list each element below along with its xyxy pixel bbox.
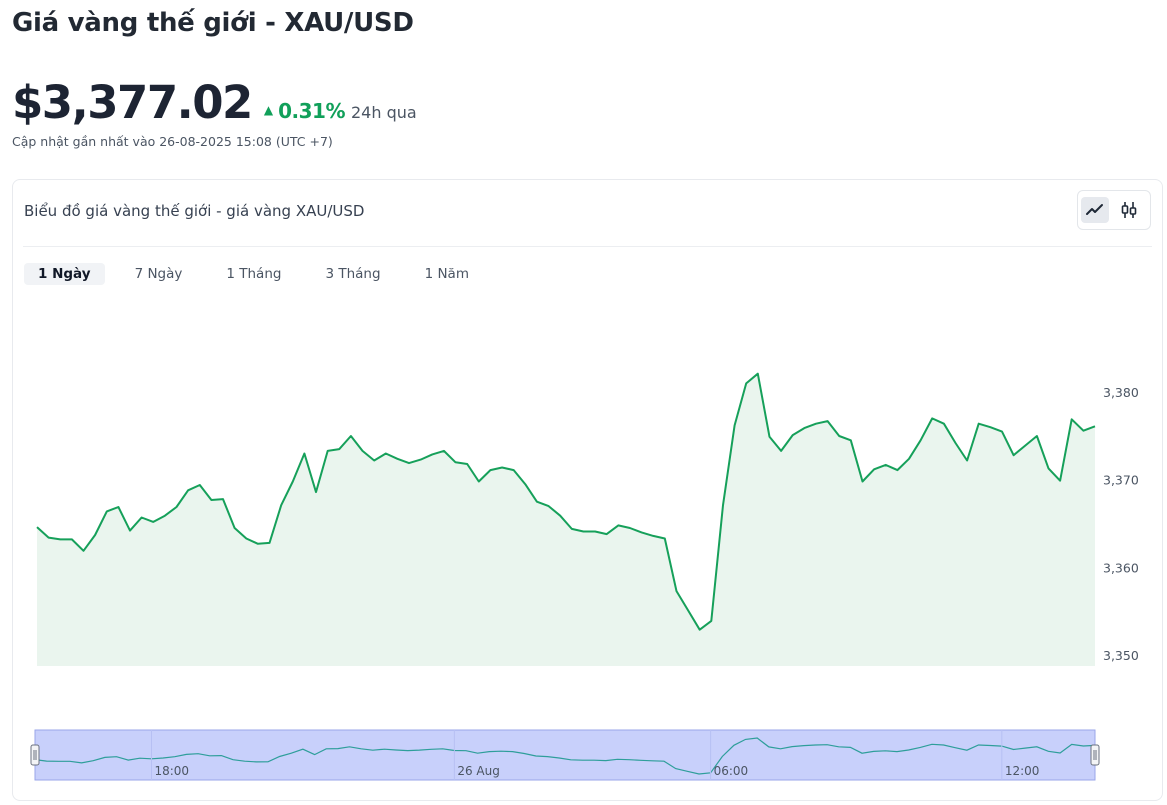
navigator-label: 12:00 xyxy=(1005,764,1040,778)
current-price: $3,377.02 xyxy=(12,76,253,129)
change-percent: 0.31% xyxy=(278,99,345,123)
navigator-label: 06:00 xyxy=(714,764,749,778)
y-tick-label: 3,380 xyxy=(1103,385,1139,400)
change-period: 24h qua xyxy=(351,103,417,122)
price-chart[interactable]: 3,350 3,360 3,370 3,380 18:00 26 Aug 06:00 12:0… xyxy=(13,180,1164,802)
last-updated: Cập nhật gần nhất vào 26-08-2025 15:08 (… xyxy=(12,134,333,149)
navigator-label: 26 Aug xyxy=(457,764,500,778)
page-title: Giá vàng thế giới - XAU/USD xyxy=(12,8,414,38)
navigator-window[interactable] xyxy=(34,729,1096,781)
up-arrow-icon: ▲ xyxy=(263,103,274,117)
chart-card: Biểu đồ giá vàng thế giới - giá vàng XAU… xyxy=(12,179,1163,801)
navigator-left-handle[interactable] xyxy=(30,744,40,766)
y-tick-label: 3,350 xyxy=(1103,648,1139,663)
navigator-label: 18:00 xyxy=(154,764,189,778)
navigator-right-handle[interactable] xyxy=(1090,744,1100,766)
y-tick-label: 3,370 xyxy=(1103,473,1139,488)
price-row: $3,377.02 ▲ 0.31% 24h qua xyxy=(12,76,417,129)
price-change: ▲ 0.31% 24h qua xyxy=(264,99,417,123)
y-tick-label: 3,360 xyxy=(1103,560,1139,575)
price-area xyxy=(37,373,1095,666)
